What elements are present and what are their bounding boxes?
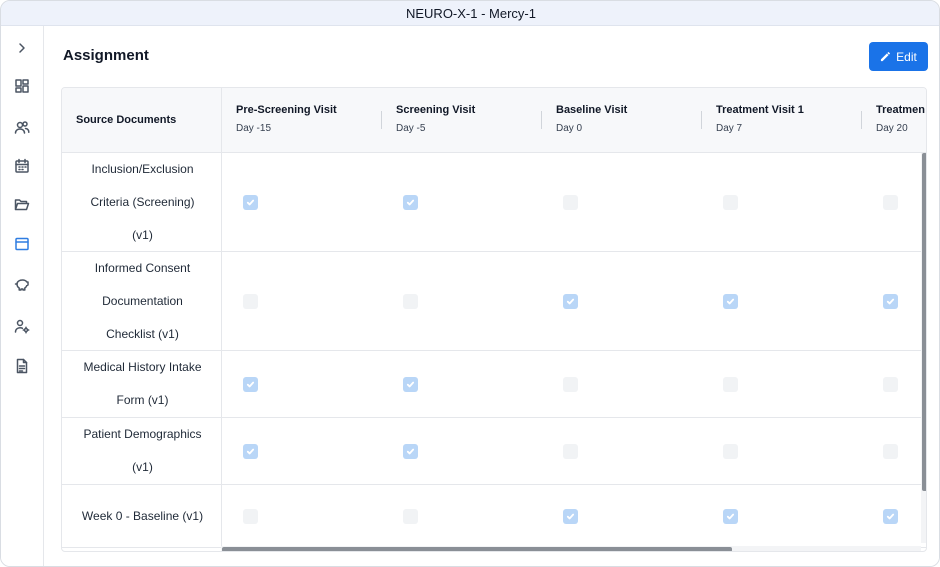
visit-column-header: Treatment Visit 1 Day 7 <box>716 104 876 134</box>
horizontal-scrollbar-thumb[interactable] <box>222 547 732 551</box>
table-row: Patient Demographics (v1) <box>62 418 926 485</box>
assignment-checkbox-checked[interactable] <box>563 294 578 309</box>
assignment-checkbox-unchecked[interactable] <box>563 377 578 392</box>
checkmark-icon <box>246 381 255 388</box>
assignment-checkbox-unchecked[interactable] <box>723 195 738 210</box>
visit-column-header: Screening Visit Day -5 <box>396 104 556 134</box>
assignment-checkbox-unchecked[interactable] <box>723 444 738 459</box>
folder-open-icon[interactable] <box>12 195 32 215</box>
assignment-checkbox-checked[interactable] <box>243 195 258 210</box>
checkmark-icon <box>406 199 415 206</box>
assignment-checkbox-unchecked[interactable] <box>883 195 898 210</box>
visit-name: Treatment Visit 1 <box>716 104 804 116</box>
source-document-name-line: Inclusion/Exclusion <box>91 161 194 176</box>
visit-day: Day 0 <box>556 123 583 134</box>
checkmark-icon <box>246 199 255 206</box>
visit-column-header: Baseline Visit Day 0 <box>556 104 716 134</box>
table-row: Week 0 - Baseline (v1) <box>62 485 926 548</box>
assignment-checkbox-checked[interactable] <box>243 377 258 392</box>
checkmark-icon <box>726 298 735 305</box>
checkmark-icon <box>886 298 895 305</box>
assignment-checkbox-checked[interactable] <box>883 294 898 309</box>
source-document-name: Week 0 - Baseline (v1) <box>70 485 215 547</box>
visit-day: Day 20 <box>876 123 908 134</box>
assignment-checkbox-unchecked[interactable] <box>723 377 738 392</box>
table-row: Medical History Intake Form (v1) <box>62 351 926 418</box>
checkmark-icon <box>886 513 895 520</box>
document-icon[interactable] <box>12 356 32 376</box>
assignment-checkbox-checked[interactable] <box>723 294 738 309</box>
assignment-checkbox-unchecked[interactable] <box>883 444 898 459</box>
source-document-name-line: Informed Consent <box>94 260 191 275</box>
source-document-name-line: Criteria (Screening) <box>90 194 195 209</box>
assignment-checkbox-unchecked[interactable] <box>883 377 898 392</box>
vertical-scrollbar-thumb[interactable] <box>922 153 926 491</box>
table-row: Informed Consent Documentation Checklist (… <box>62 252 926 351</box>
app-window: NEURO-X-1 - Mercy-1 Assignment Edit Sour… <box>0 0 940 567</box>
visit-name: Treatmen <box>876 104 925 116</box>
checkmark-icon <box>566 298 575 305</box>
piggy-bank-icon[interactable] <box>12 275 32 295</box>
calendar-icon[interactable] <box>12 156 32 176</box>
source-document-name: Informed Consent Documentation Checklist (… <box>70 252 215 350</box>
edit-button[interactable]: Edit <box>869 42 928 71</box>
checkmark-icon <box>406 381 415 388</box>
assignment-checkbox-checked[interactable] <box>403 444 418 459</box>
column-separator[interactable] <box>701 111 702 129</box>
pencil-icon <box>881 52 891 62</box>
source-documents-header: Source Documents <box>76 114 177 126</box>
source-document-name-line: Documentation <box>102 293 183 308</box>
checkmark-icon <box>726 513 735 520</box>
source-document-name: Medical History Intake Form (v1) <box>70 351 215 417</box>
users-icon[interactable] <box>12 117 32 137</box>
source-document-name-line: Patient Demographics <box>83 427 202 441</box>
visit-column-header: Pre-Screening Visit Day -15 <box>236 104 396 134</box>
assignment-checkbox-checked[interactable] <box>563 509 578 524</box>
assignment-checkbox-unchecked[interactable] <box>563 195 578 210</box>
assignment-checkbox-unchecked[interactable] <box>243 294 258 309</box>
checkmark-icon <box>246 448 255 455</box>
column-separator[interactable] <box>381 111 382 129</box>
column-separator[interactable] <box>541 111 542 129</box>
source-document-name: Inclusion/Exclusion Criteria (Screening) (… <box>70 153 215 251</box>
window-icon[interactable] <box>12 234 32 254</box>
assignment-checkbox-checked[interactable] <box>403 377 418 392</box>
assignment-checkbox-unchecked[interactable] <box>403 294 418 309</box>
assignment-checkbox-checked[interactable] <box>883 509 898 524</box>
assignment-checkbox-unchecked[interactable] <box>243 509 258 524</box>
source-document-name-line: Week 0 - Baseline (v1) <box>81 508 204 523</box>
source-document-name: Patient Demographics (v1) <box>70 418 215 484</box>
assignment-checkbox-unchecked[interactable] <box>563 444 578 459</box>
assignment-checkbox-checked[interactable] <box>243 444 258 459</box>
dashboard-grid-icon[interactable] <box>12 76 32 96</box>
edit-button-label: Edit <box>896 49 917 64</box>
checkmark-icon <box>566 513 575 520</box>
table-header: Source Documents Pre-Screening Visit Day… <box>62 88 926 153</box>
chevron-right-icon[interactable] <box>12 38 32 58</box>
visit-day: Day 7 <box>716 123 743 134</box>
assignment-checkbox-unchecked[interactable] <box>403 509 418 524</box>
table-row: Inclusion/Exclusion Criteria (Screening) (… <box>62 153 926 252</box>
visit-name: Pre-Screening Visit <box>236 104 337 116</box>
visit-day: Day -15 <box>236 123 272 134</box>
visit-column-header: Treatmen Day 20 <box>876 104 926 134</box>
visit-day: Day -5 <box>396 123 426 134</box>
source-document-name-line: Medical History Intake <box>83 360 202 374</box>
user-gear-icon[interactable] <box>12 316 32 336</box>
source-document-name-line: Checklist (v1) <box>106 326 179 341</box>
checkmark-icon <box>406 448 415 455</box>
source-document-name-line: Form (v1) <box>116 393 169 407</box>
window-title: NEURO-X-1 - Mercy-1 <box>1 1 939 26</box>
assignment-checkbox-checked[interactable] <box>403 195 418 210</box>
column-separator[interactable] <box>861 111 862 129</box>
main-content: Assignment Edit Source Documents Pre-Scr… <box>45 26 939 566</box>
visit-name: Screening Visit <box>396 104 476 116</box>
source-document-name-line: (v1) <box>132 460 153 474</box>
visit-name: Baseline Visit <box>556 104 628 116</box>
assignment-checkbox-checked[interactable] <box>723 509 738 524</box>
sidebar <box>1 26 44 566</box>
page-title: Assignment <box>63 47 149 64</box>
source-document-name-line: (v1) <box>132 227 153 242</box>
assignment-table: Source Documents Pre-Screening Visit Day… <box>61 87 927 552</box>
